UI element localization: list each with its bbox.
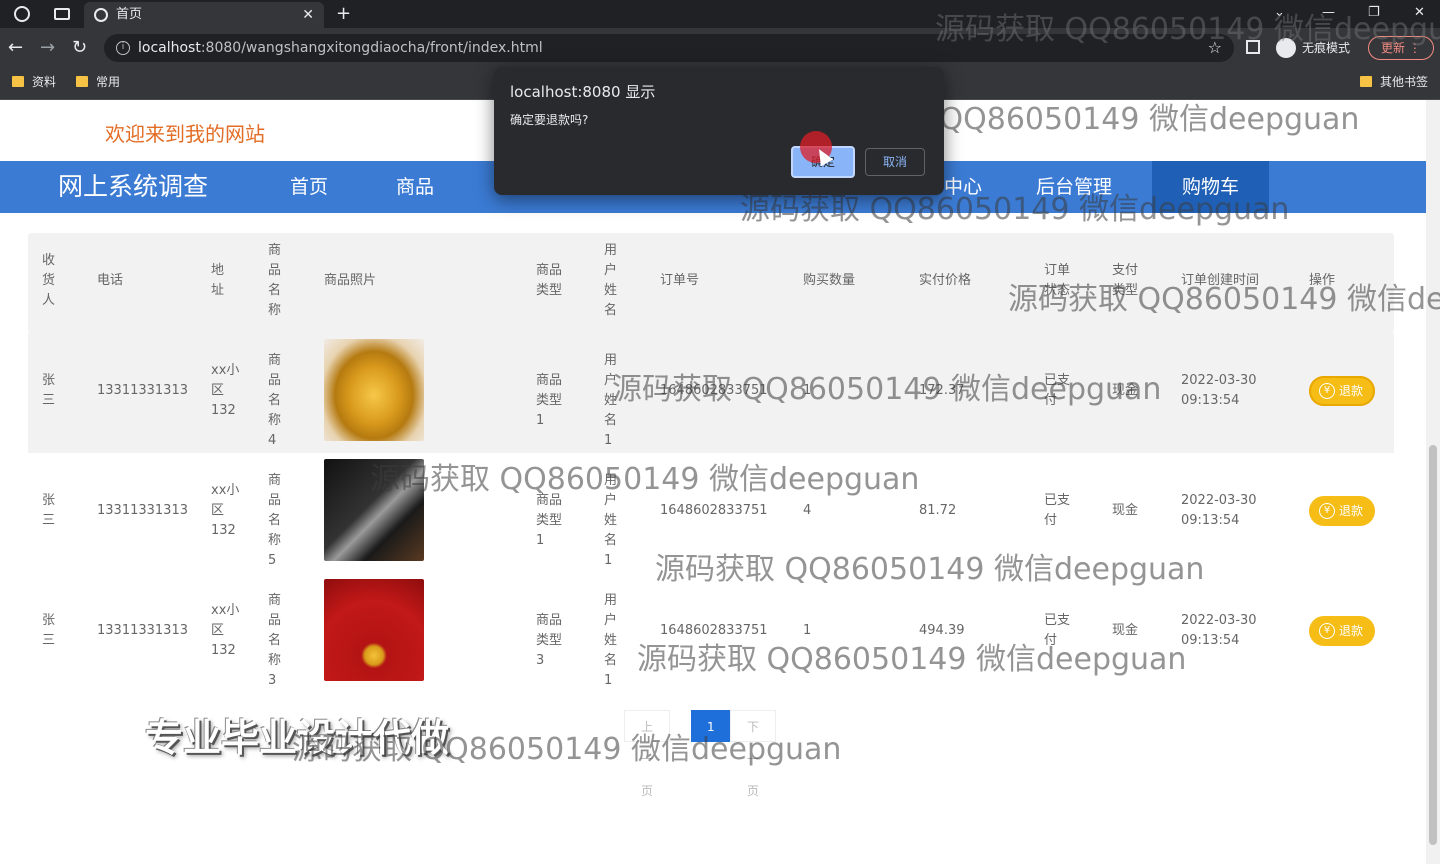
cell-created-time: 2022-03-30 09:13:54: [1181, 613, 1257, 648]
cell-product-type: 商品类型1: [536, 373, 563, 428]
cell-product-name: 商品名称4: [268, 353, 282, 448]
refund-label: 退款: [1339, 504, 1364, 518]
close-tab-icon[interactable]: ✕: [302, 2, 314, 28]
nav-home[interactable]: 首页: [290, 161, 328, 213]
nav-products[interactable]: 商品: [396, 161, 434, 213]
url-host: localhost: [138, 40, 201, 56]
bookmark-folder[interactable]: 资料: [12, 68, 56, 96]
cell-product-name: 商品名称5: [268, 473, 282, 568]
product-photo: [324, 339, 424, 441]
refund-label: 退款: [1339, 384, 1364, 398]
watermark: 源码获取 QQ86050149 微信deepguan: [655, 552, 1205, 587]
tab-title: 首页: [116, 7, 143, 22]
header-phone: 电话: [97, 273, 124, 288]
other-bookmarks-label: 其他书签: [1380, 75, 1429, 89]
globe-icon: [94, 8, 108, 22]
watermark: 源码获取 QQ86050149 微信deepguan: [292, 732, 842, 767]
cell-created-time: 2022-03-30 09:13:54: [1181, 493, 1257, 528]
refund-button[interactable]: ¥ 退款: [1309, 376, 1375, 406]
cell-price: 81.72: [919, 503, 957, 518]
watermark: 源码获取 QQ86050149 微信deepguan: [935, 12, 1440, 47]
info-icon[interactable]: i: [116, 41, 130, 55]
cell-quantity: 4: [803, 503, 812, 518]
scrollbar-thumb[interactable]: [1429, 445, 1437, 845]
cell-phone: 13311331313: [97, 503, 188, 518]
other-bookmarks[interactable]: 其他书签: [1360, 68, 1428, 96]
url-path: :8080/wangshangxitongdiaocha/front/index…: [200, 40, 543, 56]
cell-phone: 13311331313: [97, 383, 188, 398]
yen-icon: ¥: [1319, 623, 1335, 639]
watermark: 源码获取 QQ86050149 微信deepguan: [370, 462, 920, 497]
bookmark-label: 常用: [96, 75, 121, 89]
cell-receiver: 张三: [42, 613, 56, 648]
folder-icon: [1360, 76, 1372, 87]
watermark: 源码获取 QQ86050149 微信deepguan: [612, 372, 1162, 407]
cell-product-type: 商品类型3: [536, 613, 563, 668]
dialog-title: localhost:8080 显示: [510, 83, 656, 101]
cell-pay-type: 现金: [1112, 503, 1139, 518]
welcome-text: 欢迎来到我的网站: [105, 122, 265, 146]
bookmark-folder[interactable]: 常用: [76, 68, 120, 96]
folder-icon: [12, 76, 24, 87]
new-tab-button[interactable]: +: [336, 0, 351, 28]
cell-receiver: 张三: [42, 493, 56, 528]
refund-button[interactable]: ¥ 退款: [1309, 616, 1375, 646]
confirm-dialog: localhost:8080 显示 确定要退款吗? 确定 取消: [494, 67, 944, 195]
cell-product-name: 商品名称3: [268, 593, 282, 688]
product-photo: [324, 579, 424, 681]
dialog-message: 确定要退款吗?: [510, 113, 589, 127]
cell-receiver: 张三: [42, 373, 56, 408]
cell-address: xx小区132: [211, 603, 240, 658]
forward-icon[interactable]: →: [40, 36, 55, 60]
reload-icon[interactable]: ↻: [72, 36, 87, 60]
watermark: 源码获取 QQ86050149 微信deepguan: [637, 642, 1187, 677]
confirm-cancel-button[interactable]: 取消: [865, 148, 925, 176]
watermark: 源码获取 QQ86050149 微信deepguan: [1008, 282, 1440, 317]
cell-phone: 13311331313: [97, 623, 188, 638]
header-product-name: 商品名称: [268, 243, 282, 318]
window-icon[interactable]: [54, 8, 70, 20]
bookmark-label: 资料: [32, 75, 57, 89]
cell-user-name: 用户姓名1: [604, 593, 618, 688]
folder-icon: [76, 76, 88, 87]
cell-product-type: 商品类型1: [536, 493, 563, 548]
header-product-photo: 商品照片: [324, 273, 377, 288]
cell-status: 已支付: [1044, 493, 1071, 528]
header-quantity: 购买数量: [803, 273, 856, 288]
header-address: 地址: [211, 263, 225, 298]
back-icon[interactable]: ←: [8, 36, 23, 60]
cell-address: xx小区132: [211, 483, 240, 538]
yen-icon: ¥: [1319, 503, 1335, 519]
header-price: 实付价格: [919, 273, 972, 288]
header-order-no: 订单号: [660, 273, 700, 288]
site-brand: 网上系统调查: [58, 172, 209, 201]
refund-label: 退款: [1339, 624, 1364, 638]
header-receiver: 收货人: [42, 253, 56, 308]
header-product-type: 商品类型: [536, 263, 563, 298]
cell-order-no: 1648602833751: [660, 503, 768, 518]
browser-tab[interactable]: 首页 ✕: [84, 2, 324, 28]
refund-button[interactable]: ¥ 退款: [1309, 496, 1375, 526]
header-user-name: 用户姓名: [604, 243, 618, 318]
cell-address: xx小区132: [211, 363, 240, 418]
yen-icon: ¥: [1319, 383, 1335, 399]
cell-created-time: 2022-03-30 09:13:54: [1181, 373, 1257, 408]
browser-menu-icon[interactable]: [14, 6, 30, 22]
